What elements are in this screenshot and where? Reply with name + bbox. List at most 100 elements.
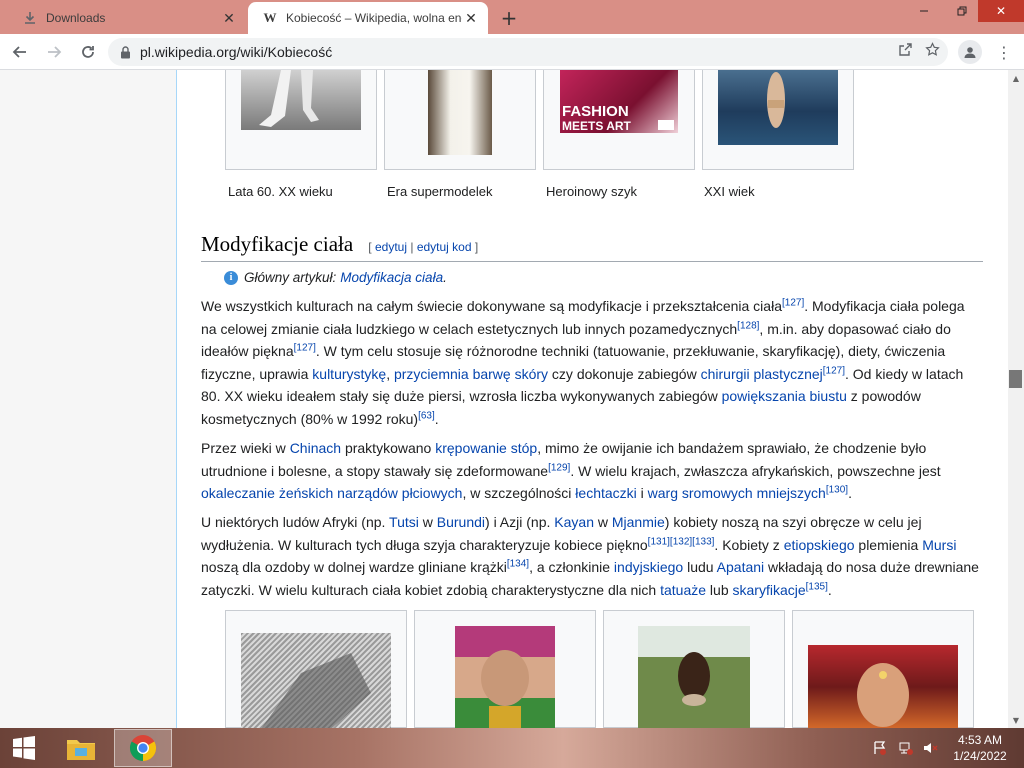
article-link[interactable]: Burundi xyxy=(437,514,485,530)
article-link[interactable]: krępowanie stóp xyxy=(435,440,537,456)
article-link[interactable]: Apatani xyxy=(717,559,764,575)
network-icon[interactable] xyxy=(898,728,914,768)
windows-taskbar: 4:53 AM 1/24/2022 xyxy=(0,728,1024,768)
reference-link[interactable]: [134] xyxy=(507,559,529,570)
scroll-down-arrow-icon[interactable]: ▼ xyxy=(1008,712,1024,728)
reference-link[interactable]: [130] xyxy=(826,485,848,496)
text: . xyxy=(827,581,832,598)
article-link[interactable]: kulturystykę xyxy=(312,366,386,382)
vertical-scrollbar[interactable]: ▲ ▼ xyxy=(1008,70,1024,728)
download-icon xyxy=(22,10,38,26)
article-link[interactable]: Chinach xyxy=(290,440,341,456)
article-link[interactable]: Mursi xyxy=(922,537,956,553)
gallery-frame xyxy=(792,610,974,729)
reload-button[interactable] xyxy=(74,38,102,66)
menu-icon[interactable]: ⋮ xyxy=(994,40,1014,64)
main-article-link[interactable]: Modyfikacja ciała xyxy=(340,270,443,285)
share-icon[interactable] xyxy=(898,42,913,61)
reference-link[interactable]: [128] xyxy=(737,320,759,331)
article-link[interactable]: łechtaczki xyxy=(575,485,636,501)
article-link[interactable]: Kayan xyxy=(554,514,594,530)
action-center-flag-icon[interactable] xyxy=(872,728,888,768)
svg-text:MEETS ART: MEETS ART xyxy=(562,119,632,133)
taskbar-clock[interactable]: 4:53 AM 1/24/2022 xyxy=(946,732,1014,764)
clock-date: 1/24/2022 xyxy=(953,749,1007,763)
back-button[interactable] xyxy=(6,38,34,66)
gallery-image-kayan-woman[interactable] xyxy=(455,626,555,729)
text: . Kobiety z xyxy=(714,536,784,553)
article-link[interactable]: okaleczanie żeńskich narządów płciowych xyxy=(201,485,462,501)
file-explorer-icon[interactable] xyxy=(52,729,110,767)
gallery-image-mursi-woman[interactable] xyxy=(638,626,750,729)
bookmark-star-icon[interactable] xyxy=(925,42,940,61)
reference-link[interactable]: [63] xyxy=(418,410,435,421)
browser-toolbar: pl.wikipedia.org/wiki/Kobiecość xyxy=(0,34,1024,70)
scroll-thumb[interactable] xyxy=(1009,370,1022,388)
article-link[interactable]: etiopskiego xyxy=(784,537,855,553)
close-tab-icon[interactable]: ✕ xyxy=(462,9,480,27)
text: , w szczególności xyxy=(462,485,576,502)
new-tab-button[interactable]: + xyxy=(497,6,521,30)
reference-link[interactable]: [132] xyxy=(670,536,692,547)
gallery-image-foot-binding[interactable] xyxy=(241,633,391,729)
paragraph-1: We wszystkich kulturach na całym świecie… xyxy=(201,295,983,431)
reference-link[interactable]: [131] xyxy=(648,536,670,547)
tab-downloads[interactable]: Downloads ✕ xyxy=(8,2,246,34)
article-link[interactable]: chirurgii plastycznej xyxy=(701,366,823,382)
text: noszą dla ozdoby w dolnej wardze glinian… xyxy=(201,559,507,576)
gallery-image-21st-century[interactable] xyxy=(718,70,838,145)
gallery-caption: Lata 60. XX wieku xyxy=(228,184,333,199)
windows-start-icon[interactable] xyxy=(0,728,48,768)
article-link[interactable]: warg sromowych mniejszych xyxy=(648,485,826,501)
reference-link[interactable]: [133] xyxy=(692,536,714,547)
reference-link[interactable]: [127] xyxy=(294,343,316,354)
scroll-up-arrow-icon[interactable]: ▲ xyxy=(1008,70,1024,86)
profile-avatar-icon[interactable] xyxy=(958,40,982,64)
url-text: pl.wikipedia.org/wiki/Kobiecość xyxy=(140,44,333,60)
bracket: ] xyxy=(474,240,479,254)
gallery-image-heroin-chic[interactable]: FASHION MEETS ART xyxy=(560,70,678,133)
gallery-caption: XXI wiek xyxy=(704,184,755,199)
article-link[interactable]: Mjanmie xyxy=(612,514,665,530)
close-window-button[interactable]: ✕ xyxy=(978,0,1024,22)
volume-muted-icon[interactable] xyxy=(922,728,938,768)
gallery-image-indian-bride[interactable] xyxy=(808,645,958,729)
section-heading: Modyfikacje ciała [ edytuj | edytuj kod … xyxy=(201,232,983,262)
text: . xyxy=(434,410,439,427)
info-icon: i xyxy=(224,270,238,285)
minimize-button[interactable] xyxy=(906,0,942,22)
article-link[interactable]: Tutsi xyxy=(389,514,419,530)
text: praktykowano xyxy=(341,440,436,456)
gallery-image-supermodel[interactable] xyxy=(428,70,492,155)
tab-strip: Downloads ✕ W Kobiecość – Wikipedia, wol… xyxy=(0,0,1024,34)
article-link[interactable]: przyciemnia barwę skóry xyxy=(394,366,548,382)
article-link[interactable]: skaryfikacje xyxy=(733,582,806,598)
reference-link[interactable]: [129] xyxy=(548,462,570,473)
reference-link[interactable]: [127] xyxy=(823,365,845,376)
edit-code-link[interactable]: edytuj kod xyxy=(417,240,472,254)
svg-text:FASHION: FASHION xyxy=(562,103,629,120)
paragraph-2: Przez wieki w Chinach praktykowano krępo… xyxy=(201,437,983,505)
forward-button[interactable] xyxy=(40,38,68,66)
reference-link[interactable]: [135] xyxy=(806,581,828,592)
restore-button[interactable] xyxy=(944,0,980,22)
text: U niektórych ludów Afryki (np. xyxy=(201,514,390,530)
text: plemienia xyxy=(854,536,923,553)
text: . xyxy=(848,485,852,502)
text: lub xyxy=(706,581,733,598)
article-link[interactable]: indyjskiego xyxy=(614,559,683,575)
tab-title: Kobiecość – Wikipedia, wolna encyklopedi… xyxy=(286,11,462,25)
lock-icon[interactable] xyxy=(118,45,132,59)
edit-link[interactable]: edytuj xyxy=(375,240,407,254)
chrome-taskbar-icon[interactable] xyxy=(114,729,172,767)
tab-kobiecosc[interactable]: W Kobiecość – Wikipedia, wolna encyklope… xyxy=(248,2,488,34)
text: czy dokonuje zabiegów xyxy=(548,365,701,382)
close-tab-icon[interactable]: ✕ xyxy=(220,9,238,27)
gallery-caption: Heroinowy szyk xyxy=(546,184,638,199)
gallery-image-1960s[interactable] xyxy=(241,70,361,130)
reference-link[interactable]: [127] xyxy=(782,297,804,308)
article-link[interactable]: powiększania biustu xyxy=(722,388,847,404)
text: ) i Azji (np. xyxy=(485,514,555,530)
article-link[interactable]: tatuaże xyxy=(660,582,706,598)
address-bar[interactable]: pl.wikipedia.org/wiki/Kobiecość xyxy=(108,38,948,66)
